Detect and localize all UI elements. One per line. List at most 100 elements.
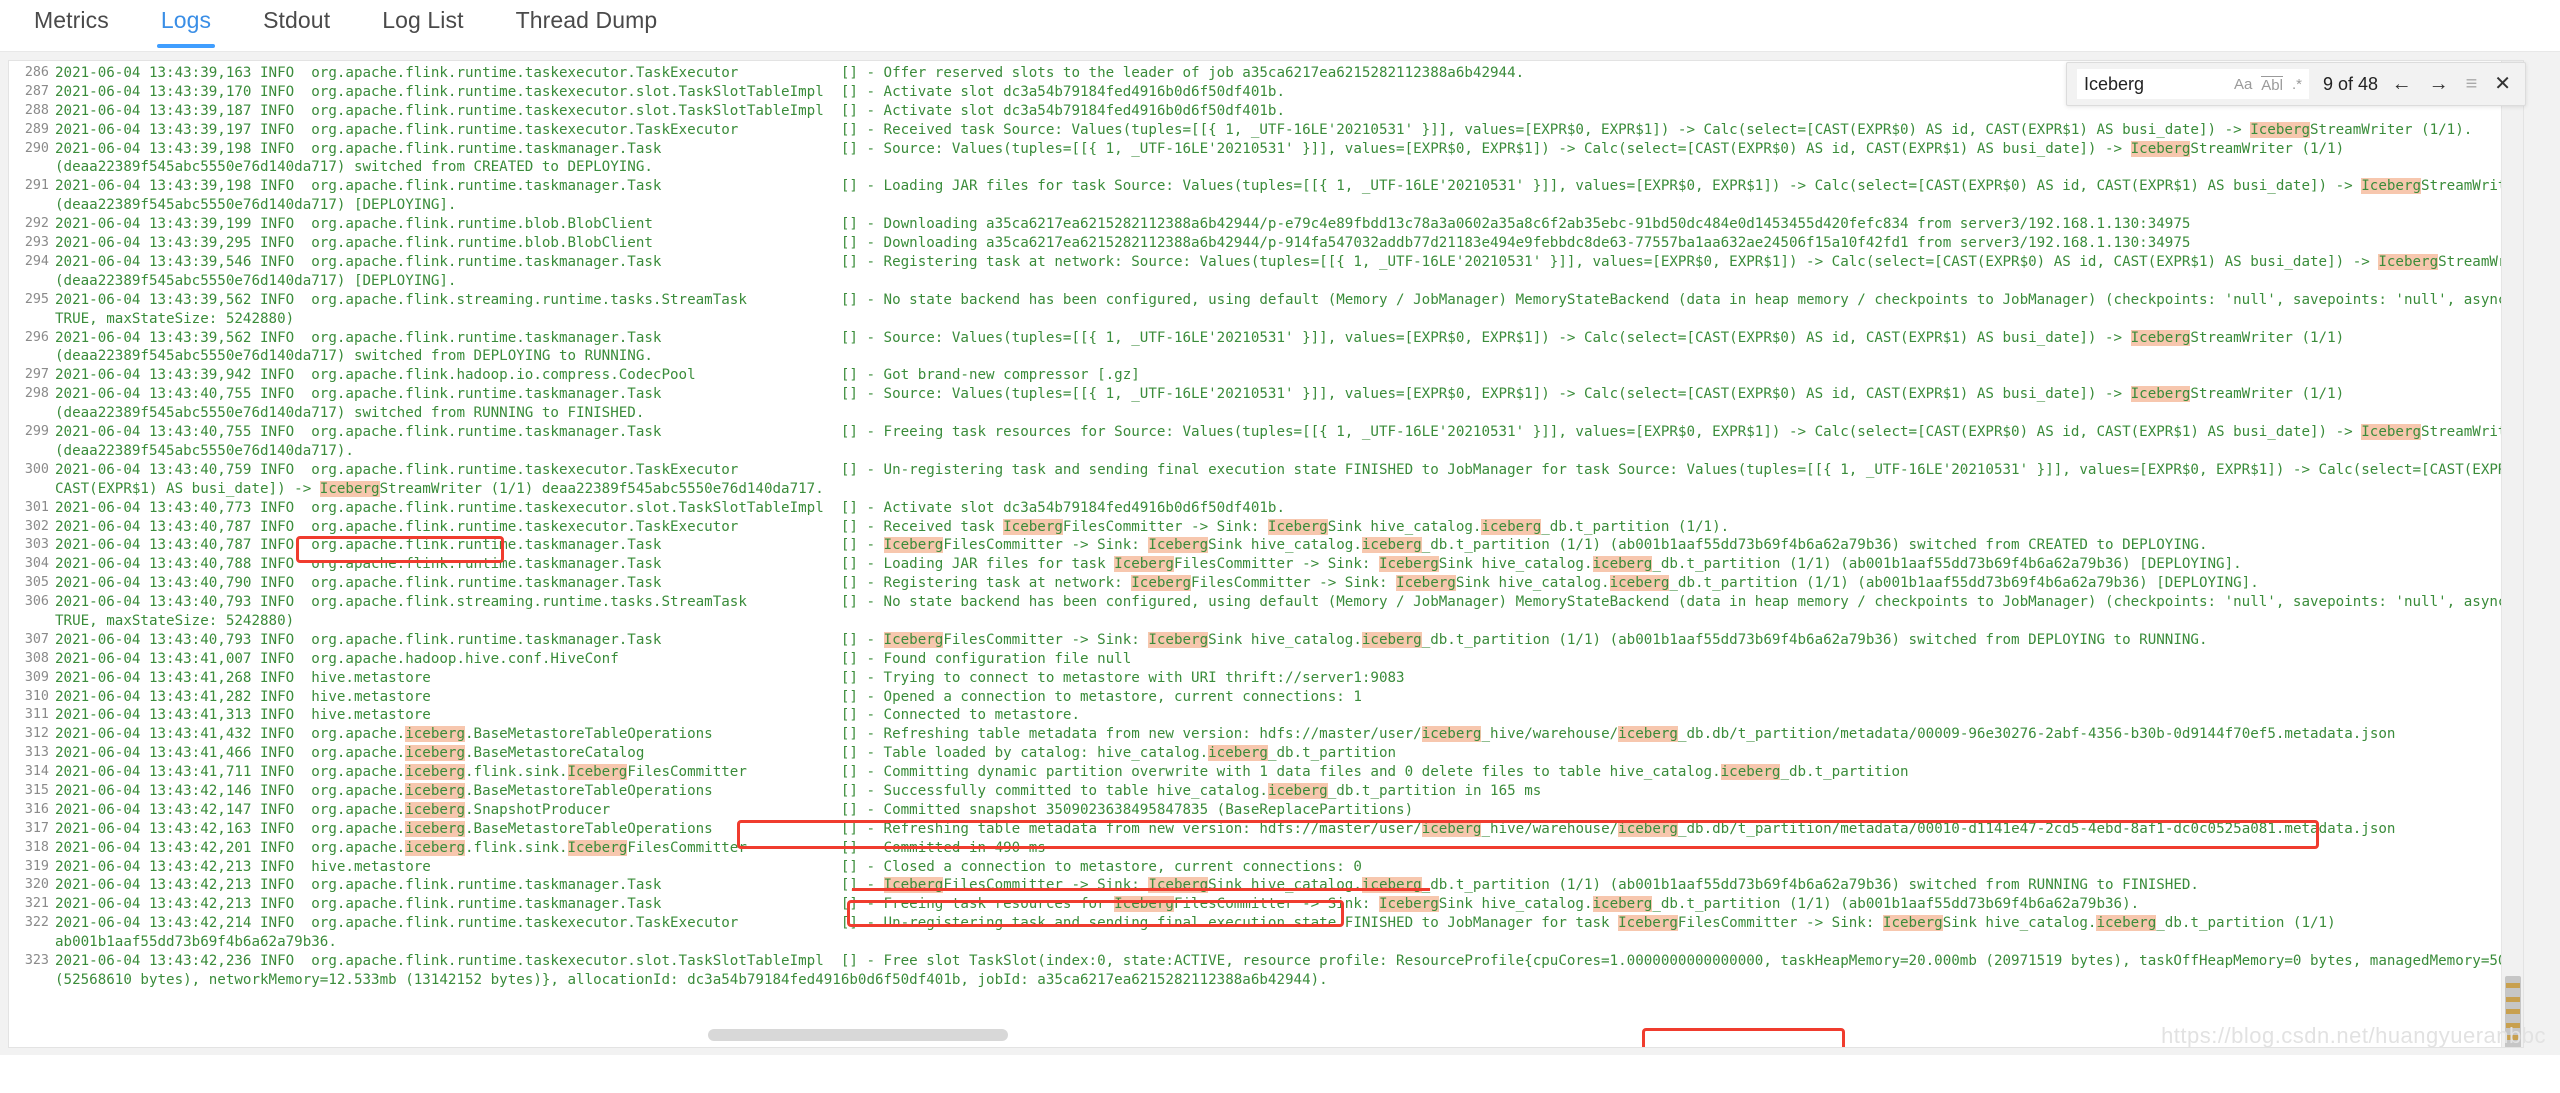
tab-stdout-label: Stdout: [263, 7, 331, 33]
line-number: 320: [24, 877, 49, 893]
log-line[interactable]: 298 2021-06-04 13:43:40,755 INFO org.apac…: [9, 385, 2501, 423]
match-count-label: 9 of 48: [2323, 73, 2379, 94]
search-input-wrapper[interactable]: Aa Abl .*: [2077, 69, 2309, 99]
log-line[interactable]: 315 2021-06-04 13:43:42,146 INFO org.apac…: [9, 782, 2501, 801]
search-match: Iceberg: [1396, 575, 1456, 592]
log-line-continuation: (deaa22389f545abc5550e76d140da717) switc…: [55, 159, 653, 176]
log-line[interactable]: 323 2021-06-04 13:43:42,236 INFO org.apac…: [9, 952, 2501, 990]
tab-logs[interactable]: Logs: [135, 0, 237, 48]
log-line[interactable]: 318 2021-06-04 13:43:42,201 INFO org.apac…: [9, 839, 2501, 858]
find-bar: Aa Abl .* 9 of 48 ← → ≡ ✕: [2066, 62, 2526, 106]
vertical-scrollbar[interactable]: [2501, 61, 2523, 1047]
line-number: 311: [24, 707, 49, 723]
log-line[interactable]: 311 2021-06-04 13:43:41,313 INFO hive.met…: [9, 706, 2501, 725]
tab-stdout[interactable]: Stdout: [237, 0, 356, 48]
scrollbar-match-marker: [2506, 1009, 2520, 1014]
log-line-continuation: (deaa22389f545abc5550e76d140da717) switc…: [55, 405, 645, 422]
log-line[interactable]: 302 2021-06-04 13:43:40,787 INFO org.apac…: [9, 518, 2501, 537]
filter-lines-icon[interactable]: ≡: [2466, 74, 2478, 94]
log-line[interactable]: 307 2021-06-04 13:43:40,793 INFO org.apac…: [9, 631, 2501, 650]
search-match: Iceberg: [2130, 140, 2191, 157]
log-line[interactable]: 314 2021-06-04 13:43:41,711 INFO org.apac…: [9, 763, 2501, 782]
search-match: iceberg: [405, 764, 466, 781]
log-line[interactable]: 306 2021-06-04 13:43:40,793 INFO org.apac…: [9, 593, 2501, 631]
taskmanager-log-viewer: Metrics Logs Stdout Log List Thread Dump…: [0, 0, 2560, 1093]
search-match: Iceberg: [1267, 518, 1328, 535]
line-number: 315: [24, 782, 49, 798]
log-line[interactable]: 316 2021-06-04 13:43:42,147 INFO org.apac…: [9, 801, 2501, 820]
match-case-icon[interactable]: Aa: [2234, 77, 2252, 92]
line-number: 305: [24, 575, 49, 591]
log-line[interactable]: 290 2021-06-04 13:43:39,198 INFO org.apac…: [9, 140, 2501, 178]
line-number: 288: [24, 102, 49, 118]
line-number: 286: [24, 65, 49, 80]
log-line[interactable]: 301 2021-06-04 13:43:40,773 INFO org.apac…: [9, 499, 2501, 518]
log-line-continuation: (deaa22389f545abc5550e76d140da717) [DEPL…: [55, 272, 457, 289]
next-match-icon[interactable]: →: [2429, 74, 2449, 94]
log-line[interactable]: 292 2021-06-04 13:43:39,199 INFO org.apac…: [9, 215, 2501, 234]
log-line[interactable]: 308 2021-06-04 13:43:41,007 INFO org.apac…: [9, 650, 2501, 669]
search-match: iceberg: [1267, 782, 1328, 799]
search-match: iceberg: [405, 782, 466, 799]
log-line[interactable]: 289 2021-06-04 13:43:39,197 INFO org.apac…: [9, 121, 2501, 140]
line-number: 314: [24, 764, 49, 780]
log-line[interactable]: 300 2021-06-04 13:43:40,759 INFO org.apac…: [9, 461, 2501, 499]
line-number: 323: [24, 953, 49, 969]
log-line[interactable]: 294 2021-06-04 13:43:39,546 INFO org.apac…: [9, 253, 2501, 291]
line-number: 310: [24, 688, 49, 704]
tab-metrics[interactable]: Metrics: [8, 0, 135, 48]
log-line-continuation: CAST(EXPR$1) AS busi_date]) -> IcebergSt…: [55, 480, 824, 497]
log-lines: 286 2021-06-04 13:43:39,163 INFO org.apac…: [9, 61, 2501, 990]
search-match: iceberg: [405, 820, 466, 837]
log-line[interactable]: 295 2021-06-04 13:43:39,562 INFO org.apac…: [9, 291, 2501, 329]
horizontal-scrollbar-thumb[interactable]: [708, 1029, 1008, 1041]
log-line[interactable]: 291 2021-06-04 13:43:39,198 INFO org.apac…: [9, 177, 2501, 215]
log-line[interactable]: 317 2021-06-04 13:43:42,163 INFO org.apac…: [9, 820, 2501, 839]
search-match: Iceberg: [1003, 518, 1063, 535]
log-line[interactable]: 310 2021-06-04 13:43:41,282 INFO hive.met…: [9, 688, 2501, 707]
log-line[interactable]: 319 2021-06-04 13:43:42,213 INFO hive.met…: [9, 858, 2501, 877]
log-scroll-viewport[interactable]: 286 2021-06-04 13:43:39,163 INFO org.apac…: [9, 61, 2501, 1047]
log-line[interactable]: 304 2021-06-04 13:43:40,788 INFO org.apac…: [9, 555, 2501, 574]
log-line[interactable]: 297 2021-06-04 13:43:39,942 INFO org.apac…: [9, 366, 2501, 385]
search-match: iceberg: [405, 801, 466, 818]
log-line[interactable]: 312 2021-06-04 13:43:41,432 INFO org.apac…: [9, 725, 2501, 744]
search-match: Iceberg: [2378, 253, 2439, 270]
log-line[interactable]: 313 2021-06-04 13:43:41,466 INFO org.apac…: [9, 744, 2501, 763]
log-line[interactable]: 303 2021-06-04 13:43:40,787 INFO org.apac…: [9, 536, 2501, 555]
search-match: Iceberg: [1148, 877, 1209, 894]
log-line[interactable]: 299 2021-06-04 13:43:40,755 INFO org.apac…: [9, 423, 2501, 461]
tab-logs-label: Logs: [160, 7, 212, 33]
tab-thread-dump[interactable]: Thread Dump: [490, 0, 684, 48]
log-panel: 286 2021-06-04 13:43:39,163 INFO org.apac…: [8, 60, 2524, 1048]
line-number: 300: [24, 461, 49, 477]
log-line[interactable]: 293 2021-06-04 13:43:39,295 INFO org.apac…: [9, 234, 2501, 253]
search-match: Iceberg: [2250, 121, 2310, 138]
log-line[interactable]: 305 2021-06-04 13:43:40,790 INFO org.apac…: [9, 574, 2501, 593]
log-line[interactable]: 309 2021-06-04 13:43:41,268 INFO hive.met…: [9, 669, 2501, 688]
log-line[interactable]: 296 2021-06-04 13:43:39,562 INFO org.apac…: [9, 329, 2501, 367]
log-line[interactable]: 322 2021-06-04 13:43:42,214 INFO org.apac…: [9, 914, 2501, 952]
regex-icon[interactable]: .*: [2292, 77, 2302, 92]
line-number: 297: [24, 367, 49, 383]
search-match: iceberg: [1421, 820, 1482, 837]
line-number: 306: [24, 594, 49, 610]
line-number: 289: [24, 121, 49, 137]
line-number: 291: [24, 178, 49, 194]
close-search-icon[interactable]: ✕: [2494, 74, 2511, 94]
search-match: Iceberg: [319, 480, 380, 497]
search-match: iceberg: [1720, 764, 1781, 781]
search-match: Iceberg: [1114, 896, 1174, 913]
line-number: 318: [24, 839, 49, 855]
whole-word-icon[interactable]: Abl: [2261, 75, 2283, 93]
search-input[interactable]: [2084, 73, 2212, 95]
search-match: iceberg: [1592, 556, 1653, 573]
tab-log-list[interactable]: Log List: [356, 0, 489, 48]
log-line[interactable]: 320 2021-06-04 13:43:42,213 INFO org.apac…: [9, 876, 2501, 895]
previous-match-icon[interactable]: ←: [2392, 74, 2412, 94]
line-number: 298: [24, 386, 49, 402]
search-match: iceberg: [1361, 877, 1422, 894]
line-number: 319: [24, 858, 49, 874]
horizontal-scrollbar[interactable]: [8, 1029, 2518, 1041]
log-line[interactable]: 321 2021-06-04 13:43:42,213 INFO org.apac…: [9, 895, 2501, 914]
